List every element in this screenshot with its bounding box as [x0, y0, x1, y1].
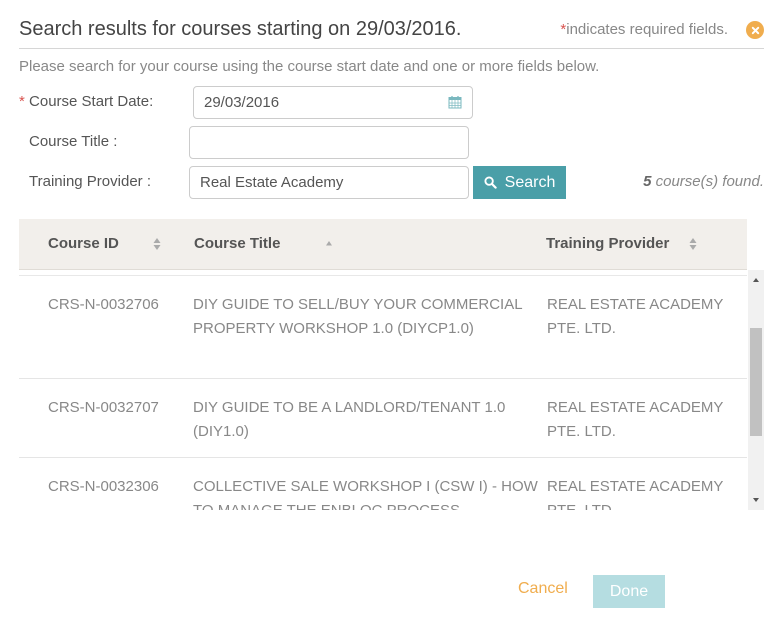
- training-provider-value: Real Estate Academy: [200, 174, 344, 191]
- course-id-cell: CRS-N-0032706: [48, 296, 159, 313]
- required-fields-note: *indicates required fields.: [560, 21, 728, 38]
- sort-both-icon[interactable]: [152, 236, 162, 252]
- training-provider-cell: REAL ESTATE ACADEMY PTE. LTD.: [547, 399, 724, 440]
- table-header: Course ID Course Title Training Provider: [19, 219, 747, 270]
- arrow-down-icon: [753, 498, 759, 502]
- search-button[interactable]: Search: [473, 166, 566, 199]
- course-title-input[interactable]: [189, 126, 469, 159]
- start-date-label-text: Course Start Date:: [29, 93, 154, 110]
- course-title-cell: COLLECTIVE SALE WORKSHOP I (CSW I) - HOW…: [193, 478, 538, 510]
- close-icon: [751, 26, 759, 34]
- required-note-text: indicates required fields.: [566, 21, 728, 38]
- course-id-cell: CRS-N-0032707: [48, 399, 159, 416]
- arrow-up-icon: [753, 278, 759, 282]
- course-title-label: Course Title :: [29, 133, 118, 150]
- table-row[interactable]: CRS-N-0032706 DIY GUIDE TO SELL/BUY YOUR…: [19, 276, 747, 379]
- course-id-cell: CRS-N-0032306: [48, 478, 159, 495]
- course-title-cell: DIY GUIDE TO BE A LANDLORD/TENANT 1.0 (D…: [193, 399, 506, 440]
- cancel-button[interactable]: Cancel: [518, 580, 568, 598]
- dialog-header: Search results for courses starting on 2…: [19, 17, 764, 49]
- calendar-icon[interactable]: [448, 95, 462, 109]
- dialog-title: Search results for courses starting on 2…: [19, 18, 462, 40]
- table-row[interactable]: CRS-N-0032707 DIY GUIDE TO BE A LANDLORD…: [19, 379, 747, 458]
- sort-both-icon[interactable]: [688, 236, 698, 252]
- results-count: 5 course(s) found.: [643, 173, 764, 190]
- results-table-body: CRS-N-0032706 DIY GUIDE TO SELL/BUY YOUR…: [19, 275, 747, 510]
- instructions-text: Please search for your course using the …: [19, 58, 600, 75]
- scroll-down-button[interactable]: [748, 492, 764, 508]
- required-star: *: [19, 93, 25, 110]
- results-count-suffix: course(s) found.: [651, 173, 764, 190]
- search-icon: [484, 176, 497, 189]
- start-date-input[interactable]: 29/03/2016: [193, 86, 473, 119]
- training-provider-cell: REAL ESTATE ACADEMY PTE. LTD.: [547, 296, 724, 337]
- column-header-course-title[interactable]: Course Title: [194, 235, 280, 252]
- training-provider-input[interactable]: Real Estate Academy: [189, 166, 469, 199]
- column-header-training-provider[interactable]: Training Provider: [546, 235, 669, 252]
- close-button[interactable]: [746, 21, 764, 39]
- course-title-cell: DIY GUIDE TO SELL/BUY YOUR COMMERCIAL PR…: [193, 296, 522, 337]
- sort-ascending-icon[interactable]: [324, 236, 334, 252]
- start-date-value: 29/03/2016: [204, 94, 280, 111]
- start-date-label: * Course Start Date:: [19, 93, 153, 110]
- done-button[interactable]: Done: [593, 575, 665, 608]
- scroll-up-button[interactable]: [748, 272, 764, 288]
- search-button-label: Search: [504, 173, 556, 191]
- table-row[interactable]: CRS-N-0032306 COLLECTIVE SALE WORKSHOP I…: [19, 458, 747, 510]
- training-provider-cell: REAL ESTATE ACADEMY PTE. LTD.: [547, 478, 724, 510]
- training-provider-label: Training Provider :: [29, 173, 151, 190]
- scroll-thumb[interactable]: [750, 328, 762, 436]
- table-scrollbar[interactable]: [748, 270, 764, 510]
- column-header-course-id[interactable]: Course ID: [48, 235, 119, 252]
